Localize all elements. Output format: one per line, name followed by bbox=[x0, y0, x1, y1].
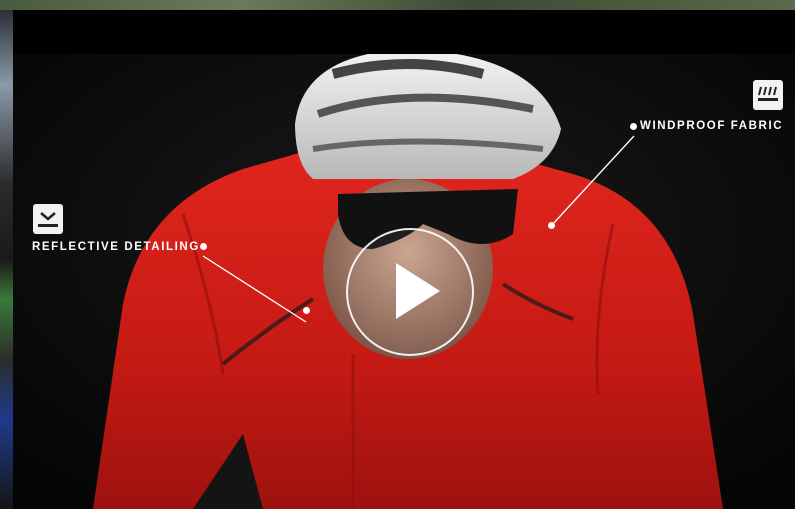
reflective-chevron-icon bbox=[33, 204, 63, 234]
adjacent-carousel-slide[interactable] bbox=[0, 10, 13, 509]
windproof-anchor-dot bbox=[548, 222, 555, 229]
video-letterbox-bar bbox=[13, 10, 795, 54]
windproof-fabric-label: WINDPROOF FABRIC bbox=[640, 120, 784, 132]
reflective-hotspot-dot[interactable] bbox=[200, 243, 207, 250]
wind-lines-icon bbox=[753, 80, 783, 110]
play-icon bbox=[396, 263, 440, 319]
windproof-hotspot-dot[interactable] bbox=[630, 123, 637, 130]
reflective-anchor-dot bbox=[303, 307, 310, 314]
play-button[interactable] bbox=[346, 228, 474, 356]
reflective-detailing-label: REFLECTIVE DETAILING bbox=[32, 241, 200, 253]
page-top-strip bbox=[0, 0, 795, 10]
product-video-player[interactable]: WINDPROOF FABRIC REFLECTIVE DETAILING bbox=[13, 10, 795, 509]
